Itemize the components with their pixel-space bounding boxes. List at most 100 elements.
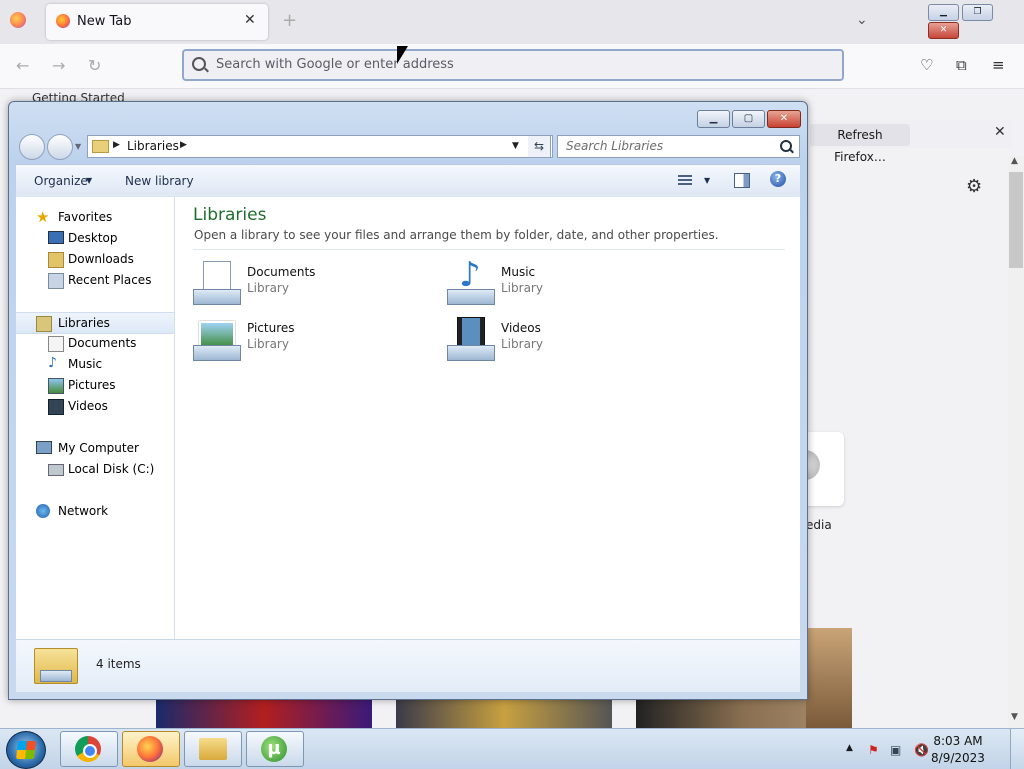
nav-documents[interactable]: Documents: [16, 333, 174, 353]
videos-icon: [48, 399, 64, 415]
nav-music[interactable]: ♪ Music: [16, 354, 174, 374]
hard-drive-icon: [48, 464, 64, 476]
close-notification-icon[interactable]: ✕: [994, 124, 1006, 140]
address-dropdown-icon[interactable]: ▼: [512, 141, 519, 151]
firefox-icon: [137, 736, 163, 762]
nav-my-computer[interactable]: My Computer: [16, 438, 174, 458]
nav-favorites[interactable]: ★ Favorites: [16, 207, 174, 227]
organize-button[interactable]: Organize: [34, 174, 88, 188]
restore-icon[interactable]: ❐: [962, 4, 993, 21]
breadcrumb[interactable]: Libraries: [127, 139, 179, 153]
taskbar-explorer-button[interactable]: [184, 731, 242, 767]
show-hidden-icons-icon[interactable]: ▲: [846, 743, 853, 753]
new-library-button[interactable]: New library: [125, 174, 194, 188]
search-icon[interactable]: [780, 140, 792, 152]
back-button[interactable]: [19, 134, 45, 160]
recent-places-icon: [48, 273, 64, 289]
extensions-icon[interactable]: ⧉: [956, 56, 967, 74]
action-center-icon[interactable]: ⚑: [868, 743, 879, 757]
music-icon: ♪: [48, 355, 57, 371]
nav-label: My Computer: [58, 441, 139, 455]
nav-label: Recent Places: [68, 273, 152, 287]
taskbar-utorrent-button[interactable]: µ: [246, 731, 304, 767]
close-icon[interactable]: ✕: [928, 22, 959, 39]
library-item-documents[interactable]: Documents Library: [193, 259, 413, 309]
item-count: 4 items: [96, 657, 141, 671]
library-type: Library: [501, 281, 543, 295]
url-placeholder: Search with Google or enter address: [216, 57, 454, 72]
tab-close-icon[interactable]: ✕: [244, 12, 256, 28]
firefox-menu-icon[interactable]: [10, 12, 26, 28]
recent-pages-chevron-icon[interactable]: ▼: [75, 142, 81, 151]
nav-label: Videos: [68, 399, 108, 413]
scroll-down-arrow-icon[interactable]: ▼: [1011, 712, 1018, 722]
library-item-music[interactable]: ♪ Music Library: [447, 255, 667, 309]
taskbar-chrome-button[interactable]: [60, 731, 118, 767]
nav-downloads[interactable]: Downloads: [16, 249, 174, 269]
nav-pictures[interactable]: Pictures: [16, 375, 174, 395]
breadcrumb-arrow-icon[interactable]: ▶: [180, 140, 187, 150]
chevron-down-icon[interactable]: ▼: [704, 176, 710, 185]
browser-tab-new-tab[interactable]: New Tab ✕: [46, 4, 268, 40]
show-desktop-button[interactable]: [1010, 729, 1024, 769]
library-item-pictures[interactable]: Pictures Library: [193, 315, 413, 365]
search-input[interactable]: Search Libraries: [557, 135, 800, 158]
nav-label: Libraries: [58, 316, 110, 330]
preview-pane-icon[interactable]: [734, 173, 750, 188]
library-item-videos[interactable]: Videos Library: [447, 315, 667, 365]
gear-icon[interactable]: ⚙: [966, 176, 982, 197]
search-placeholder: Search Libraries: [566, 139, 664, 153]
computer-icon: [36, 441, 52, 454]
nav-videos[interactable]: Videos: [16, 396, 174, 416]
minimize-icon[interactable]: ▁: [697, 110, 730, 128]
back-arrow-icon[interactable]: ←: [16, 56, 29, 75]
content-pane: Libraries Open a library to see your fil…: [175, 197, 800, 639]
pocket-icon[interactable]: ♡: [920, 56, 933, 74]
chevron-down-icon[interactable]: ▼: [86, 176, 92, 185]
forward-arrow-icon[interactable]: →: [52, 56, 65, 75]
refresh-notification-bar: Refresh Firefox… ✕: [806, 120, 1012, 164]
refresh-firefox-button[interactable]: Refresh Firefox…: [810, 124, 910, 164]
details-pane: 4 items: [16, 639, 800, 692]
scroll-up-arrow-icon[interactable]: ▲: [1011, 156, 1018, 166]
story-thumbnail[interactable]: [806, 628, 852, 728]
nav-desktop[interactable]: Desktop: [16, 228, 174, 248]
story-thumbnail[interactable]: [396, 698, 612, 728]
tab-title: New Tab: [77, 14, 132, 29]
nav-label: Pictures: [68, 378, 116, 392]
downloads-folder-icon: [48, 252, 64, 268]
address-bar[interactable]: ▶ Libraries ▶ ▼: [87, 135, 553, 158]
start-button[interactable]: [6, 731, 46, 769]
close-icon[interactable]: ✕: [767, 110, 801, 128]
nav-local-disk[interactable]: Local Disk (C:): [16, 459, 174, 479]
clock-date[interactable]: 8/9/2023: [924, 751, 992, 765]
pictures-icon: [193, 317, 241, 361]
search-icon: [192, 57, 206, 71]
forward-button[interactable]: [47, 134, 73, 160]
new-tab-icon[interactable]: +: [282, 10, 297, 31]
navigation-pane: ★ Favorites Desktop Downloads Recent Pla…: [16, 197, 175, 639]
nav-recent-places[interactable]: Recent Places: [16, 270, 174, 290]
scrollbar-thumb[interactable]: [1009, 172, 1023, 268]
nav-label: Desktop: [68, 231, 118, 245]
taskbar-firefox-button[interactable]: [122, 731, 180, 767]
nav-libraries[interactable]: Libraries: [16, 312, 174, 334]
url-bar[interactable]: Search with Google or enter address: [182, 49, 844, 81]
bookmarks-bar: Getting Started: [0, 88, 1024, 105]
hamburger-menu-icon[interactable]: ≡: [992, 56, 1005, 74]
refresh-icon[interactable]: ⇆: [528, 135, 551, 158]
change-view-icon[interactable]: [678, 173, 692, 187]
network-status-icon[interactable]: ▣: [890, 743, 901, 757]
mouse-cursor-icon: [397, 46, 408, 64]
maximize-icon[interactable]: ▢: [732, 110, 765, 128]
list-tabs-icon[interactable]: ⌄: [856, 12, 868, 28]
help-icon[interactable]: ?: [770, 171, 786, 187]
command-bar: Organize ▼ New library ▼ ?: [16, 164, 800, 198]
story-thumbnail[interactable]: [156, 698, 372, 728]
breadcrumb-arrow-icon[interactable]: ▶: [113, 140, 120, 150]
nav-network[interactable]: Network: [16, 501, 174, 521]
minimize-icon[interactable]: ▁: [928, 4, 959, 21]
clock-time[interactable]: 8:03 AM: [924, 734, 992, 748]
reload-icon[interactable]: ↻: [88, 56, 101, 75]
page-scrollbar[interactable]: ▲ ▼: [1008, 156, 1024, 728]
